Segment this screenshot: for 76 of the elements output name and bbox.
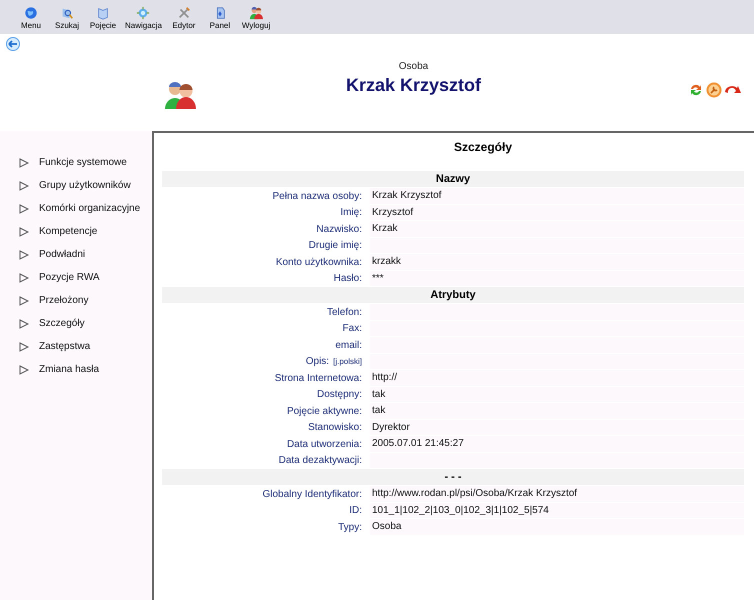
field-label: Hasło: [334, 273, 362, 284]
sidebar-link[interactable]: Przełożony [39, 295, 88, 306]
sidebar-link[interactable]: Podwładni [39, 249, 86, 260]
sidebar-link[interactable]: Komórki organizacyjne [39, 203, 140, 214]
field-label: Telefon: [326, 306, 362, 318]
field-value: Krzak Krzysztof [370, 188, 744, 204]
field-value: Krzak [370, 221, 744, 236]
toolbar-button[interactable]: Wyloguj [238, 0, 274, 34]
toolbar-button[interactable]: Pojęcie [86, 0, 120, 34]
toolbar-button[interactable]: Nawigacja [122, 0, 165, 34]
field-value: *** [370, 270, 744, 286]
field-label: Data dezaktywacji: [278, 455, 362, 466]
field-label: ID: [349, 505, 362, 516]
triangle-icon [19, 226, 29, 236]
field-value: krzakk [370, 254, 744, 270]
field-label: Strona Internetowa: [274, 372, 362, 384]
field-value: tak [370, 386, 744, 402]
toolbar-button[interactable]: Panel [202, 0, 237, 34]
section-header: - - - [162, 469, 744, 485]
sidebar-link[interactable]: Szczegóły [39, 318, 85, 329]
field-label: Drugie imię: [308, 240, 362, 252]
triangle-icon [19, 180, 29, 190]
field-label: Stanowisko: [308, 422, 362, 434]
back-arrow-icon[interactable] [6, 37, 20, 51]
triangle-icon [19, 272, 29, 282]
wrench-icon[interactable] [706, 82, 722, 98]
sidebar-link[interactable]: Zmiana hasła [39, 364, 100, 375]
triangle-icon [19, 250, 29, 260]
sidebar-link[interactable]: Pozycje RWA [39, 272, 100, 283]
triangle-icon [19, 342, 29, 352]
field-label: Imię: [340, 207, 362, 218]
object-type: Osoba [398, 61, 428, 72]
people-icon [163, 81, 199, 109]
section-header: Nazwy [162, 171, 744, 187]
triangle-icon [19, 158, 29, 168]
field-label: Pojęcie aktywne: [286, 406, 362, 417]
field-value: http://www.rodan.pl/psi/Osoba/Krzak Krzysztof [370, 486, 744, 502]
toolbar-button[interactable]: Menu [14, 0, 48, 34]
language-link[interactable]: [j.polski] [333, 357, 362, 366]
field-label: email: [335, 340, 362, 351]
field-value: 2005.07.01 21:45:27 [370, 436, 744, 452]
triangle-icon [19, 318, 29, 328]
compass-icon [136, 6, 150, 20]
toolbar-button[interactable]: Edytor [166, 0, 201, 34]
toolbar-button[interactable]: Szukaj [50, 0, 84, 34]
field-value: 101_1|102_2|103_0|102_3|1|102_5|574 [370, 502, 744, 518]
field-label: Opis: [306, 356, 330, 368]
field-value: Osoba [370, 519, 744, 534]
people-icon [249, 6, 264, 20]
field-label: Konto użytkownika: [276, 256, 362, 268]
field-value: Dyrektor [370, 420, 744, 435]
field-value: http:// [370, 370, 744, 386]
refresh-icon[interactable] [688, 82, 704, 98]
tools-icon [176, 6, 191, 20]
field-label: Pełna nazwa osoby: [272, 190, 362, 202]
field-label: Fax: [342, 323, 362, 334]
globe-icon [24, 6, 38, 20]
panel-title: Szczegóły [452, 139, 514, 156]
triangle-icon [19, 296, 29, 306]
triangle-icon [19, 364, 29, 374]
triangle-icon [19, 204, 29, 214]
book-search-icon [60, 6, 74, 20]
section-header: Atrybuty [162, 287, 744, 303]
object-name: Krzak Krzysztof [346, 75, 482, 96]
field-label: Dostępny: [316, 389, 362, 400]
sidebar-link[interactable]: Kompetencje [39, 226, 98, 237]
field-value: Krzysztof [370, 204, 744, 220]
book-icon [96, 6, 110, 20]
field-label: Data utworzenia: [286, 438, 362, 450]
sidebar-link[interactable]: Zastępstwa [39, 341, 90, 352]
field-label: Globalny Identyfikator: [262, 488, 362, 500]
field-label: Typy: [338, 522, 362, 533]
field-value: tak [370, 403, 744, 418]
field-label: Nazwisko: [316, 224, 362, 235]
sidebar-link[interactable]: Funkcje systemowe [39, 157, 127, 168]
sidebar-link[interactable]: Grupy użytkowników [39, 180, 131, 191]
